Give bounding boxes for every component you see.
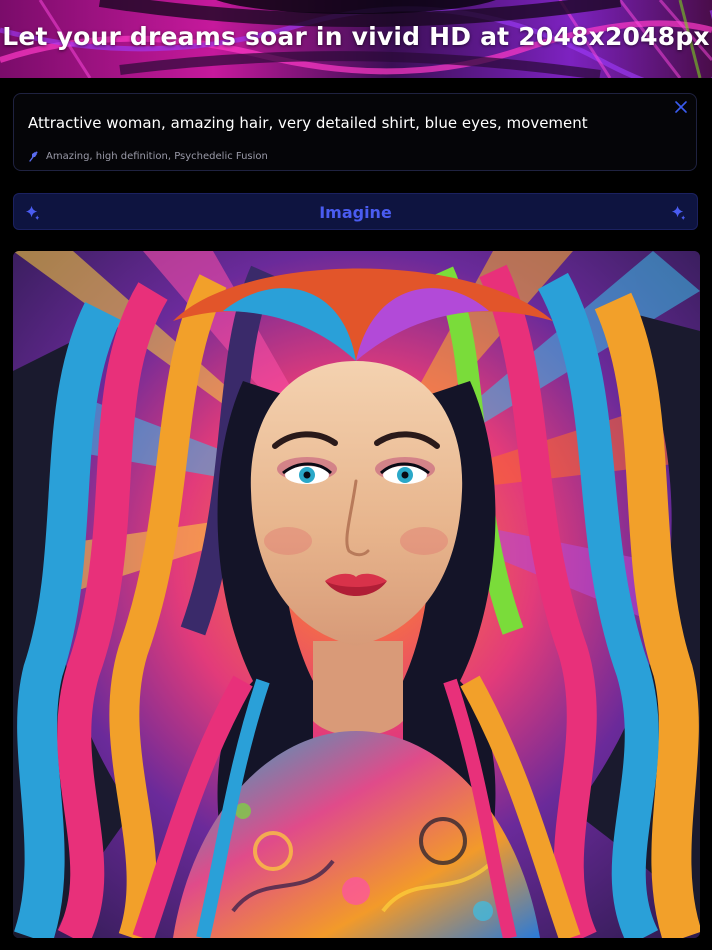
close-icon[interactable] <box>674 100 688 114</box>
sparkle-icon <box>671 205 686 221</box>
style-tags: Amazing, high definition, Psychedelic Fu… <box>46 150 268 162</box>
prompt-text[interactable]: Attractive woman, amazing hair, very det… <box>28 114 588 132</box>
imagine-button[interactable]: Imagine <box>13 193 698 230</box>
header-banner: Let your dreams soar in vivid HD at 2048… <box>0 0 712 78</box>
generated-image[interactable] <box>13 251 700 938</box>
pin-icon <box>29 151 38 162</box>
psychedelic-portrait-artwork <box>13 251 700 938</box>
style-tags-row[interactable]: Amazing, high definition, Psychedelic Fu… <box>27 149 268 163</box>
imagine-label: Imagine <box>319 203 392 222</box>
prompt-card[interactable]: Attractive woman, amazing hair, very det… <box>13 93 697 171</box>
header-title: Let your dreams soar in vivid HD at 2048… <box>2 22 710 51</box>
app-screen: Let your dreams soar in vivid HD at 2048… <box>0 0 712 950</box>
